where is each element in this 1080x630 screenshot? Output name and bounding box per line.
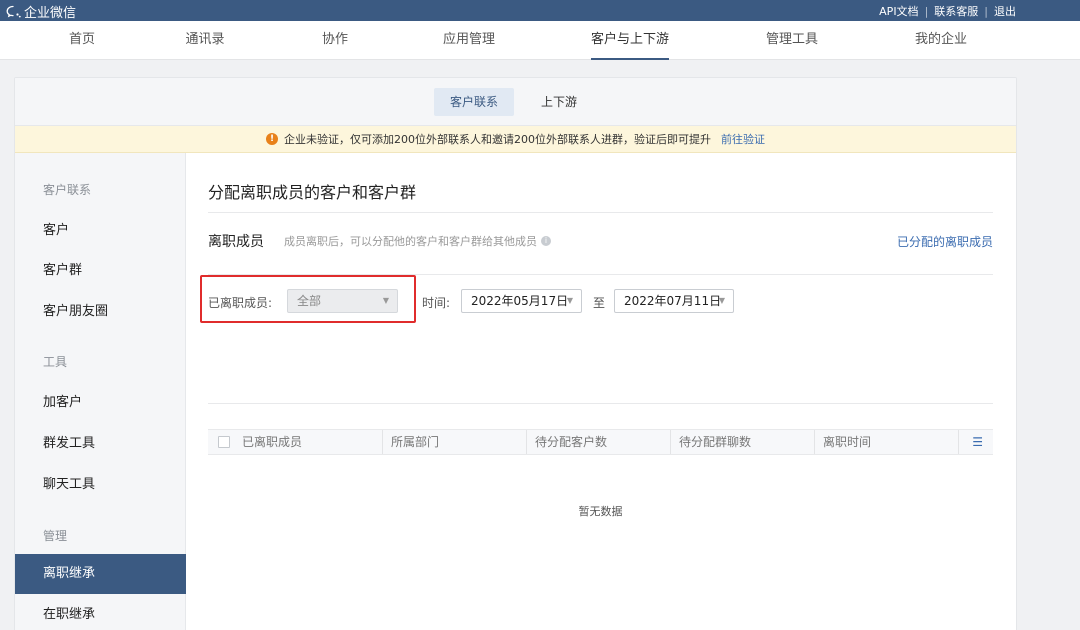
top-links: API文档 | 联系客服 | 退出	[879, 3, 1016, 19]
wecom-logo-icon	[6, 5, 21, 17]
nav-collaboration[interactable]: 协作	[322, 21, 348, 60]
info-icon[interactable]: i	[541, 236, 551, 246]
end-date-picker[interactable]: 2022年07月11日 ▼	[614, 289, 734, 313]
verify-link[interactable]: 前往验证	[721, 131, 765, 147]
sidebar-group-title: 工具	[43, 355, 68, 369]
contact-support-link[interactable]: 联系客服	[934, 3, 978, 19]
warning-icon: !	[266, 133, 278, 145]
sidebar-item-customer-groups[interactable]: 客户群	[15, 251, 186, 291]
main-nav: 首页 通讯录 协作 应用管理 客户与上下游 管理工具 我的企业	[0, 21, 1080, 60]
page-title: 分配离职成员的客户和客户群	[208, 183, 417, 202]
time-filter-label: 时间:	[422, 296, 451, 310]
start-date-value: 2022年05月17日	[471, 294, 569, 308]
column-header-member[interactable]: 已离职成员	[238, 430, 382, 454]
notice-text: 企业未验证，仅可添加200位外部联系人和邀请200位外部联系人进群，验证后即可提…	[284, 133, 711, 146]
sidebar-item-active-inheritance[interactable]: 在职继承	[15, 595, 186, 630]
nav-home[interactable]: 首页	[69, 21, 95, 60]
sub-tabs: 客户联系 上下游	[15, 78, 1016, 126]
tab-upstream-downstream[interactable]: 上下游	[525, 88, 593, 116]
divider	[208, 212, 993, 213]
column-settings-icon[interactable]: ☰	[972, 435, 983, 449]
sidebar-item-resigned-inheritance[interactable]: 离职继承	[15, 554, 186, 594]
page-background	[1017, 60, 1080, 630]
main-card: 客户联系 上下游 ! 企业未验证，仅可添加200位外部联系人和邀请200位外部联…	[14, 77, 1017, 630]
column-header-pending-groups[interactable]: 待分配群聊数	[670, 430, 814, 454]
sidebar-item-mass-send[interactable]: 群发工具	[15, 424, 186, 464]
table-header: 已离职成员 所属部门 待分配客户数 待分配群聊数 离职时间 ☰	[208, 429, 993, 455]
brand-name: 企业微信	[24, 6, 77, 21]
assigned-members-link[interactable]: 已分配的离职成员	[897, 233, 993, 250]
nav-app-management[interactable]: 应用管理	[443, 21, 495, 60]
start-date-picker[interactable]: 2022年05月17日 ▼	[461, 289, 582, 313]
logout-link[interactable]: 退出	[994, 3, 1016, 19]
sidebar-group-title: 客户联系	[43, 183, 92, 197]
date-range-separator: 至	[593, 296, 606, 310]
divider: |	[984, 4, 988, 18]
verification-notice: ! 企业未验证，仅可添加200位外部联系人和邀请200位外部联系人进群，验证后即…	[15, 126, 1016, 153]
chevron-down-icon: ▼	[566, 296, 573, 305]
empty-state-text: 暂无数据	[578, 505, 623, 518]
divider	[208, 403, 993, 404]
nav-management-tools[interactable]: 管理工具	[766, 21, 818, 60]
sidebar-item-chat-tools[interactable]: 聊天工具	[15, 465, 186, 505]
brand-logo[interactable]: 企业微信	[6, 2, 76, 21]
nav-my-company[interactable]: 我的企业	[915, 21, 967, 60]
nav-contacts[interactable]: 通讯录	[185, 21, 224, 60]
end-date-value: 2022年07月11日	[624, 294, 722, 308]
sidebar-item-add-customer[interactable]: 加客户	[15, 383, 186, 423]
section-description: 成员离职后，可以分配他的客户和客户群给其他成员 i	[284, 233, 551, 249]
column-header-department[interactable]: 所属部门	[382, 430, 526, 454]
tab-customer-contact[interactable]: 客户联系	[434, 88, 515, 116]
sidebar-group-title: 管理	[43, 529, 68, 543]
section-description-text: 成员离职后，可以分配他的客户和客户群给其他成员	[284, 235, 537, 248]
highlight-box	[200, 275, 416, 323]
nav-customers-partners[interactable]: 客户与上下游	[590, 21, 670, 60]
top-bar: 企业微信 API文档 | 联系客服 | 退出	[0, 0, 1080, 21]
divider: |	[924, 4, 929, 18]
sidebar: 客户联系 客户 客户群 客户朋友圈 工具 加客户 群发工具 聊天工具 管理 离职…	[15, 153, 186, 630]
select-all-checkbox[interactable]	[218, 436, 230, 448]
column-header-pending-customers[interactable]: 待分配客户数	[526, 430, 670, 454]
api-docs-link[interactable]: API文档	[879, 3, 918, 19]
column-header-resign-time[interactable]: 离职时间	[814, 430, 958, 454]
chevron-down-icon: ▼	[718, 296, 725, 305]
section-title: 离职成员	[208, 234, 264, 250]
sidebar-item-customer-moments[interactable]: 客户朋友圈	[15, 292, 186, 332]
sidebar-item-customers[interactable]: 客户	[15, 211, 186, 251]
